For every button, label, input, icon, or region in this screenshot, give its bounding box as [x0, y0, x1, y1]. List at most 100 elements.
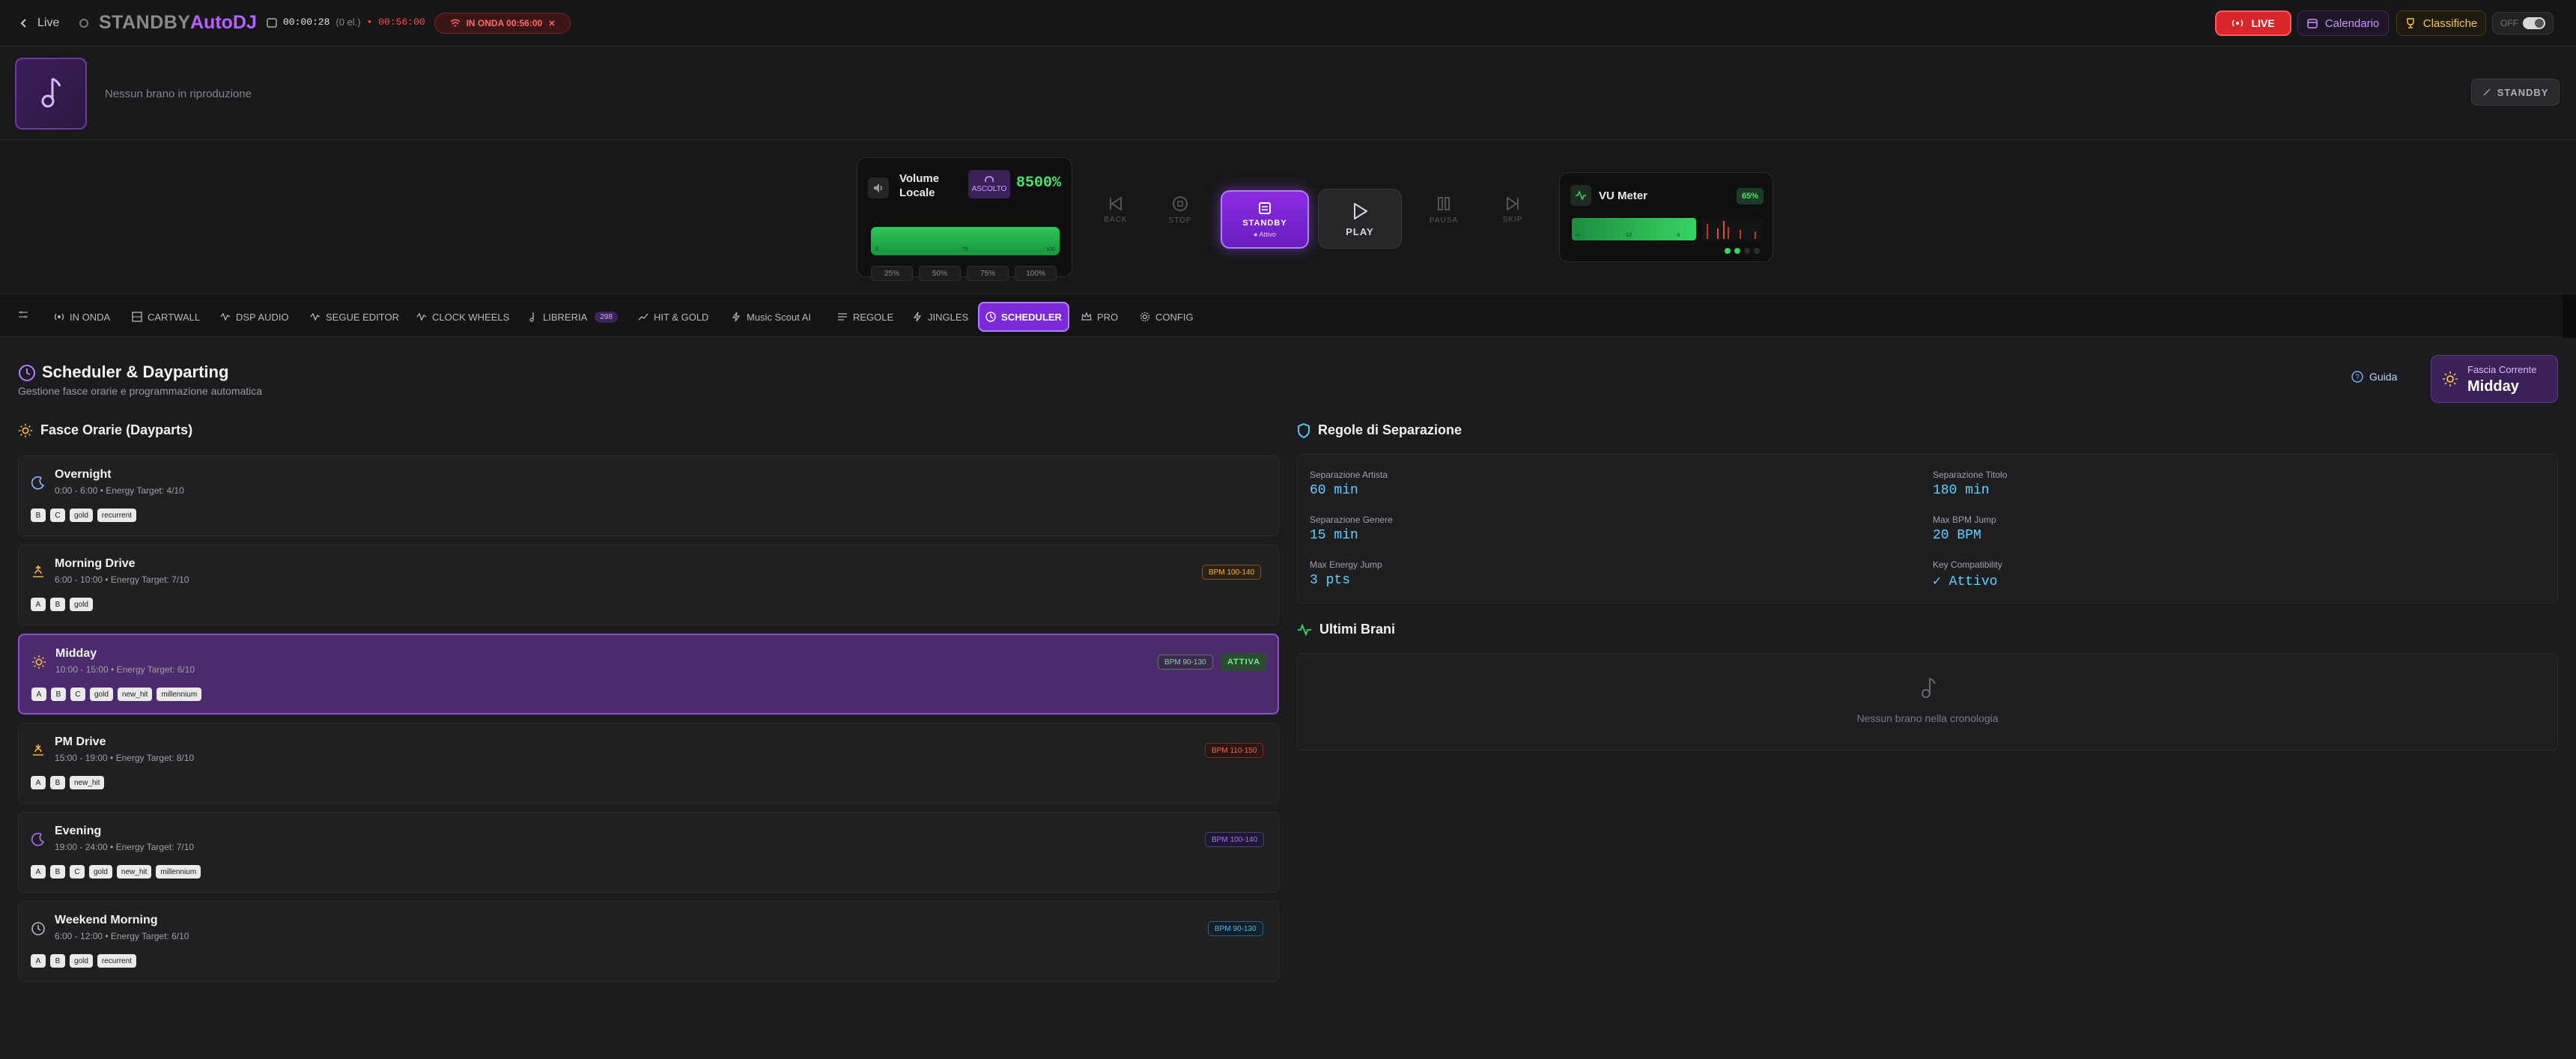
- tab-libreria[interactable]: LIBRERIA 298: [527, 306, 618, 327]
- sunset-icon: [33, 744, 43, 756]
- clock-icon: [19, 365, 35, 381]
- tab-in-onda[interactable]: IN ONDA: [54, 306, 110, 327]
- tab-cartwall[interactable]: CARTWALL: [132, 306, 200, 327]
- daypart-card-overnight[interactable]: Overnight 0:00 - 6:00 • Energy Target: 4…: [18, 455, 1279, 536]
- live-button[interactable]: LIVE: [2215, 10, 2291, 36]
- activity-icon: [1570, 185, 1591, 206]
- tab-clock-wheels[interactable]: CLOCK WHEELS: [416, 306, 509, 327]
- preset-50-button[interactable]: 50%: [919, 266, 961, 281]
- daypart-card-weekend-morning[interactable]: Weekend Morning 6:00 - 12:00 • Energy Ta…: [18, 901, 1279, 982]
- category-tag: A: [31, 776, 46, 789]
- nav-scrollbar[interactable]: [2563, 294, 2576, 338]
- tab-scheduler[interactable]: SCHEDULER: [978, 302, 1069, 332]
- daypart-card-evening[interactable]: Evening 19:00 - 24:00 • Energy Target: 7…: [18, 812, 1279, 893]
- stop-icon: [1173, 195, 1188, 211]
- wifi-icon: [450, 19, 461, 27]
- mode-chip-label: STANDBY: [2497, 86, 2549, 98]
- tab-label: JINGLES: [928, 311, 969, 323]
- volume-presets: 25% 50% 75% 100%: [871, 266, 1057, 281]
- tab-dsp-audio[interactable]: DSP AUDIO: [220, 306, 289, 327]
- daypart-tags: B C gold recurrent: [31, 509, 136, 522]
- standby-status: ● Attivo: [1254, 231, 1276, 238]
- sliders-icon[interactable]: [18, 309, 28, 320]
- rule-label: Max Energy Jump: [1310, 559, 1382, 570]
- charts-label: Classifiche: [2422, 16, 2478, 30]
- wand-icon: [2483, 88, 2491, 96]
- back-to-live-button[interactable]: Live: [19, 13, 59, 33]
- back-button[interactable]: BACK: [1086, 187, 1146, 232]
- guide-label: Guida: [2369, 371, 2398, 383]
- power-toggle[interactable]: OFF: [2492, 12, 2554, 34]
- back-label: Live: [37, 16, 60, 29]
- charts-button[interactable]: Classifiche: [2396, 10, 2486, 36]
- artwork-placeholder: [15, 58, 87, 130]
- calendar-button[interactable]: Calendario: [2297, 10, 2389, 36]
- toggle-switch[interactable]: [2523, 17, 2545, 29]
- vu-level-bar: -∞ -12 -3: [1572, 218, 1696, 240]
- category-tag: C: [50, 509, 65, 522]
- daypart-tags: A B C gold new_hit millennium: [31, 865, 201, 879]
- category-tag: A: [31, 598, 46, 611]
- music-note-icon: [1922, 678, 1936, 698]
- separation-section-title: Regole di Separazione: [1297, 422, 1462, 438]
- tab-hit-gold[interactable]: HIT & GOLD: [638, 306, 708, 327]
- tab-jingles[interactable]: JINGLES: [912, 306, 968, 327]
- rule-value: ✓ Attivo: [1933, 574, 1998, 589]
- close-icon: ✕: [548, 19, 556, 28]
- tab-music-scout-ai[interactable]: Music Scout AI: [731, 306, 811, 327]
- daypart-meta: 6:00 - 12:00 • Energy Target: 6/10: [55, 931, 189, 941]
- daypart-card-midday[interactable]: Midday 10:00 - 15:00 • Energy Target: 6/…: [18, 634, 1279, 714]
- tab-label: LIBRERIA: [543, 311, 588, 323]
- category-tag: C: [70, 688, 85, 701]
- pause-button[interactable]: PAUSA: [1414, 187, 1474, 232]
- page-title: Scheduler & Dayparting: [42, 362, 229, 381]
- toggle-label: OFF: [2500, 18, 2518, 28]
- standby-button[interactable]: STANDBY ● Attivo: [1221, 190, 1309, 249]
- svg-text:?: ?: [2355, 374, 2360, 382]
- listen-button[interactable]: ASCOLTO: [968, 170, 1010, 198]
- brand-mode-label: STANDBY: [99, 12, 191, 33]
- preset-100-button[interactable]: 100%: [1015, 266, 1057, 281]
- daypart-tags: A B new_hit: [31, 776, 105, 789]
- bolt-icon: [913, 312, 922, 322]
- grid-icon: [132, 312, 142, 322]
- separation-rules-panel: Separazione Artista 60 min Separazione T…: [1297, 454, 2558, 604]
- on-air-status[interactable]: IN ONDA 00:56:00 ✕: [434, 13, 571, 34]
- mode-chip[interactable]: STANDBY: [2471, 79, 2560, 106]
- category-tag: A: [31, 954, 46, 968]
- daypart-meta: 0:00 - 6:00 • Energy Target: 4/10: [55, 485, 184, 496]
- sun-icon: [18, 423, 33, 437]
- play-button[interactable]: PLAY: [1318, 189, 1402, 249]
- playback-clock: 00:00:28 (0 el.) • 00:56:00: [267, 16, 425, 28]
- volume-value: 8500%: [1016, 175, 1062, 192]
- local-volume-card: Volume Locale ASCOLTO 8500% 0 75 100 25%…: [857, 157, 1072, 281]
- back-label: BACK: [1104, 215, 1128, 224]
- daypart-tags: A B gold: [31, 598, 93, 611]
- category-tag: B: [51, 688, 66, 701]
- stop-button[interactable]: STOP: [1150, 187, 1210, 232]
- timer-icon: [267, 17, 277, 28]
- trophy-icon: [2406, 18, 2414, 28]
- category-tag: A: [31, 865, 46, 879]
- bolt-icon: [732, 312, 741, 322]
- daypart-card-pm-drive[interactable]: PM Drive 15:00 - 19:00 • Energy Target: …: [18, 723, 1279, 804]
- category-tag: B: [31, 509, 46, 522]
- pause-label: PAUSA: [1429, 216, 1459, 225]
- preset-25-button[interactable]: 25%: [871, 266, 913, 281]
- moon-icon: [31, 832, 45, 846]
- guide-button[interactable]: ? Guida: [2351, 365, 2397, 388]
- tab-regole[interactable]: REGOLE: [837, 306, 893, 327]
- rule-value: 60 min: [1310, 483, 1358, 498]
- preset-75-button[interactable]: 75%: [967, 266, 1009, 281]
- trending-up-icon: [638, 313, 648, 321]
- category-tag: millennium: [157, 688, 202, 701]
- control-deck: Volume Locale ASCOLTO 8500% 0 75 100 25%…: [0, 141, 2576, 294]
- tab-segue-editor[interactable]: SEGUE EDITOR: [310, 306, 399, 327]
- tab-pro[interactable]: PRO: [1081, 306, 1118, 327]
- sun-icon: [31, 655, 46, 670]
- play-icon: [1354, 202, 1367, 219]
- tab-config[interactable]: CONFIG: [1140, 306, 1194, 327]
- skip-button[interactable]: SKIP: [1483, 187, 1543, 232]
- daypart-card-morning-drive[interactable]: Morning Drive 6:00 - 10:00 • Energy Targ…: [18, 544, 1279, 625]
- volume-slider[interactable]: 0 75 100: [871, 227, 1060, 255]
